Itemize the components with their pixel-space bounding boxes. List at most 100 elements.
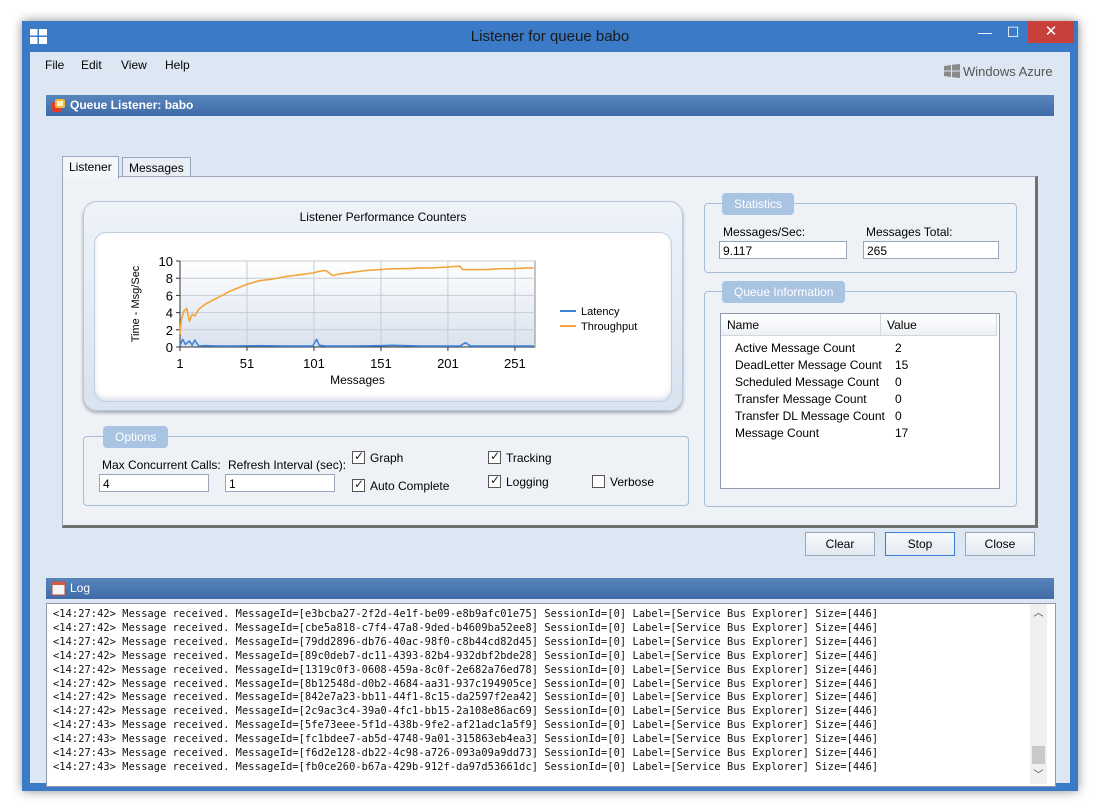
statistics-title: Statistics <box>722 193 795 215</box>
log-line: <14:27:42> Message received. MessageId=[… <box>53 677 879 690</box>
log-icon <box>51 581 66 596</box>
queue-info-name: Scheduled Message Count <box>735 375 880 389</box>
scroll-thumb[interactable] <box>1032 746 1045 764</box>
logging-check-icon: ✓ <box>490 473 501 487</box>
client-area: File Edit View Help Windows Azure Queue … <box>30 52 1070 787</box>
x-tick-label: 101 <box>303 356 325 371</box>
verbose-label: Verbose <box>610 475 655 489</box>
menu-file[interactable]: File <box>45 58 64 72</box>
y-tick-label: 4 <box>166 306 173 321</box>
auto-complete-checkbox[interactable]: ✓ <box>352 477 365 492</box>
windows-azure-logo-icon <box>944 64 960 78</box>
queue-info-value: 15 <box>895 358 909 372</box>
auto-complete-label: Auto Complete <box>370 479 450 493</box>
auto-complete-check-icon: ✓ <box>354 477 365 491</box>
graph-checkbox[interactable]: ✓ <box>352 449 365 464</box>
column-header-name[interactable]: Name <box>721 314 881 336</box>
queue-info-value: 0 <box>895 375 902 389</box>
logging-checkbox[interactable]: ✓ <box>488 473 501 488</box>
maximize-button[interactable]: ☐ <box>1000 21 1026 43</box>
y-axis-label: Time - Msg/Sec <box>130 265 142 342</box>
log-line: <14:27:43> Message received. MessageId=[… <box>53 733 879 746</box>
messages-total-value[interactable]: 265 <box>863 241 999 259</box>
log-header: Log <box>46 578 1054 599</box>
title-bar[interactable]: Listener for queue babo — ☐ ✕ <box>22 21 1078 53</box>
log-title: Log <box>70 581 91 595</box>
queue-info-value: 0 <box>895 392 902 406</box>
legend-label-latency: Latency <box>581 306 620 318</box>
listener-window: Listener for queue babo — ☐ ✕ File Edit … <box>22 21 1078 791</box>
log-line: <14:27:42> Message received. MessageId=[… <box>53 649 879 662</box>
queue-icon <box>52 99 65 112</box>
performance-chart: 02468101 51 101 151 201 251MessagesTime - Msg… <box>130 254 637 387</box>
queue-listener-header: Queue Listener: babo <box>46 95 1054 116</box>
x-tick-label: 1 <box>176 356 183 371</box>
log-line: <14:27:42> Message received. MessageId=[… <box>53 663 879 676</box>
refresh-interval-input[interactable]: 1 <box>225 474 335 492</box>
stop-button[interactable]: Stop <box>885 532 955 556</box>
log-output[interactable]: <14:27:42> Message received. MessageId=[… <box>46 603 1056 787</box>
log-line: <14:27:42> Message received. MessageId=[… <box>53 635 879 648</box>
minimize-button[interactable]: — <box>972 21 998 43</box>
chart-inner-panel: 0 2 4 6 8 10 1 51 101 151 201 251 Messages Time - Msg… <box>94 232 672 402</box>
close-button[interactable]: Close <box>965 532 1035 556</box>
graph-label: Graph <box>370 451 404 465</box>
windows-azure-branding: Windows Azure <box>944 64 1053 79</box>
close-window-button[interactable]: ✕ <box>1028 21 1074 43</box>
queue-listener-title: Queue Listener: babo <box>70 98 194 112</box>
verbose-checkbox[interactable] <box>592 475 605 488</box>
queue-info-value: 2 <box>895 341 902 355</box>
messages-total-label: Messages Total: <box>866 225 953 239</box>
menu-view[interactable]: View <box>121 58 147 72</box>
menu-help[interactable]: Help <box>165 58 190 72</box>
y-tick-label: 8 <box>166 271 173 286</box>
refresh-interval-label: Refresh Interval (sec): <box>228 458 347 472</box>
queue-info-list[interactable]: Name Value Active Message Count 2 DeadLe… <box>720 313 1000 489</box>
log-line: <14:27:42> Message received. MessageId=[… <box>53 621 879 634</box>
performance-chart-panel: Listener Performance Counters 0 2 4 6 8 10 1 51… <box>83 201 683 411</box>
x-tick-label: 151 <box>370 356 392 371</box>
tracking-label: Tracking <box>506 451 552 465</box>
scroll-up-icon[interactable]: ︿ <box>1030 606 1047 622</box>
menu-edit[interactable]: Edit <box>81 58 102 72</box>
y-tick-label: 2 <box>166 323 173 338</box>
log-line: <14:27:42> Message received. MessageId=[… <box>53 691 879 704</box>
options-title: Options <box>103 426 169 448</box>
queue-info-name: Transfer DL Message Count <box>735 409 885 423</box>
max-concurrent-calls-input[interactable]: 4 <box>99 474 209 492</box>
y-tick-label: 10 <box>159 254 173 269</box>
clear-button[interactable]: Clear <box>805 532 875 556</box>
y-tick-label: 0 <box>166 340 173 355</box>
log-line: <14:27:42> Message received. MessageId=[… <box>53 705 879 718</box>
messages-per-sec-label: Messages/Sec: <box>723 225 806 239</box>
queue-info-name: DeadLetter Message Count <box>735 358 882 372</box>
queue-info-title: Queue Information <box>722 281 846 303</box>
window-title: Listener for queue babo <box>470 28 630 45</box>
chart-title: Listener Performance Counters <box>299 210 467 224</box>
tab-messages[interactable]: Messages <box>122 157 191 178</box>
x-tick-label: 201 <box>437 356 459 371</box>
queue-info-value: 0 <box>895 409 902 423</box>
y-tick-label: 6 <box>166 288 173 303</box>
queue-info-name: Transfer Message Count <box>735 392 867 406</box>
queue-info-name: Message Count <box>735 426 820 440</box>
max-concurrent-calls-label: Max Concurrent Calls: <box>102 458 221 472</box>
log-line: <14:27:43> Message received. MessageId=[… <box>53 760 879 773</box>
messages-per-sec-value[interactable]: 9.117 <box>719 241 847 259</box>
logging-label: Logging <box>506 475 549 489</box>
legend-label-throughput: Throughput <box>581 321 637 333</box>
log-line: <14:27:43> Message received. MessageId=[… <box>53 747 879 759</box>
x-axis-label: Messages <box>330 373 385 387</box>
menu-bar: File Edit View Help <box>30 52 1070 76</box>
log-line: <14:27:42> Message received. MessageId=[… <box>53 608 879 620</box>
queue-info-value: 17 <box>895 426 909 440</box>
column-header-value[interactable]: Value <box>881 314 997 336</box>
branding-text: Windows Azure <box>963 64 1053 79</box>
plot-area <box>179 260 536 348</box>
tab-listener[interactable]: Listener <box>62 156 119 179</box>
scroll-down-icon[interactable]: ﹀ <box>1030 768 1047 784</box>
tracking-checkbox[interactable]: ✓ <box>488 449 501 464</box>
graph-check-icon: ✓ <box>354 449 365 463</box>
log-scrollbar[interactable]: ︿ ﹀ <box>1030 604 1047 784</box>
queue-info-name: Active Message Count <box>735 341 856 355</box>
